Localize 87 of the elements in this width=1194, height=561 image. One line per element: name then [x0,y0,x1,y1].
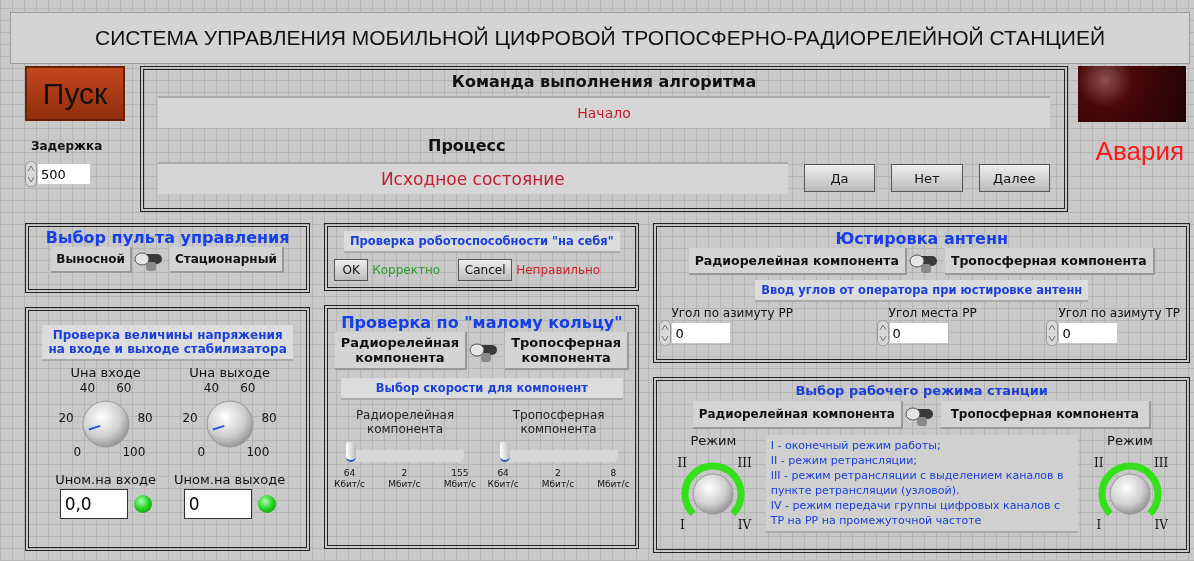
process-label: Процесс [428,136,506,157]
dial-tick-label: II [677,455,688,470]
delay-field[interactable]: 500 [38,164,90,184]
dial-label: Режим [690,433,737,448]
option-button[interactable]: Радиорелейная компонента [688,248,907,275]
panel-subtitle: Проверка роботоспособности "на себя" [343,231,620,253]
dial-tick-label: III [737,455,752,470]
dial-tick-label: 100 [246,445,270,460]
option-button[interactable]: Тропосферная компонента [505,332,629,370]
legend-text: IV - режим передачи группы цифровых каналов с ТР на РР на промежуточной частоте [770,498,1062,528]
dial-tick-label: III [1154,455,1169,470]
dial-tick-label: 100 [122,445,146,460]
dial-tick-label: 80 [261,410,277,425]
option-button[interactable]: Выносной [51,247,132,273]
knob-dial[interactable] [80,399,131,449]
nominal-label: Uном.на выходе [174,472,286,487]
window-title: СИСТЕМА УПРАВЛЕНИЯ МОБИЛЬНОЙ ЦИФРОВОЙ ТРОПОСФЕРНО-РАДИОРЕЛЕЙНОЙ СТАНЦИЕЙ [10,12,1190,64]
dial-tick-label: 40 [203,381,220,396]
dial-tick-label: I [679,518,685,533]
dial-tick-label: 0 [197,445,206,460]
legend-text: III - режим ретрансляции с выделением каналов в пункте ретрансляции (узловой). [770,468,1065,498]
process-field: Исходное состояние [158,162,788,194]
legend-text: II - режим ретрансляции; [770,453,919,468]
slider-label: Радиорелейная компонента [355,408,455,438]
slider-tick-label: 64 Кбит/с [334,468,366,490]
slider-tick-label: 2 Мбит/с [388,468,421,490]
panel-subtitle: Выбор скорости для компонент [340,378,623,400]
nominal-value-field[interactable]: 0 [183,489,252,519]
option-button[interactable]: Радиорелейная компонента [334,332,468,370]
command-label: Команда выполнения алгоритма [450,72,758,93]
angle-label: Угол места РР [888,306,977,320]
dial-tick-label: 60 [116,381,132,396]
panel-subtitle: Ввод углов от оператора при юстировке антенн [755,280,1089,302]
slider-tick-label: 2 Мбит/с [541,468,575,490]
slider-thumb[interactable] [346,442,357,462]
slider-tick-label: 64 Кбит/с [487,468,519,490]
ok-button[interactable]: OK [334,259,369,281]
delay-label: Задержка [31,139,103,153]
option-button[interactable]: Тропосферная компонента [944,248,1155,275]
nominal-value-field[interactable]: 0,0 [59,489,128,519]
dial-tick-label: 0 [73,445,82,460]
angle-field[interactable]: 0 [889,323,948,343]
panel-title: Проверка по "малому кольцу" [340,313,624,332]
panel-title: Юстировка антенн [834,229,1010,248]
option-button[interactable]: Радиорелейная компонента [692,401,903,429]
dial-tick-label: 20 [182,410,198,425]
knob-dial[interactable] [204,399,255,449]
option-button[interactable]: Стационарный [169,247,284,273]
dial-tick-label: 80 [137,410,153,425]
panel-subtitle: Проверка величины напряжения на входе и выходе стабилизатора [42,325,293,361]
alarm-label: Авария [1095,136,1184,167]
option-button[interactable]: Тропосферная компонента [940,401,1151,429]
dial-tick-label: IV [737,518,752,533]
dial-tick-label: 40 [79,381,96,396]
dial-label: Режим [1107,433,1153,448]
nominal-label: Uном.на входе [55,472,157,487]
slider-tick-label: 155 Мбит/с [443,468,476,490]
angle-field[interactable]: 0 [672,323,731,343]
answer-button[interactable]: Далее [978,164,1050,192]
panel-title: Выбор пульта управления [44,228,291,247]
angle-label: Угол по азимуту ТР [1058,306,1180,320]
result-text: Корректно [372,263,441,277]
dial-tick-label: 60 [240,381,256,396]
dial-tick-label: 20 [58,410,74,425]
angle-label: Угол по азимуту РР [671,306,793,320]
dial-tick-label: IV [1154,518,1168,533]
slider-thumb[interactable] [499,442,510,462]
slider-track[interactable] [499,442,618,462]
spin-arrows-icon[interactable] [876,320,889,346]
command-field: Начало [158,96,1050,128]
answer-button[interactable]: Да [803,164,876,192]
spin-arrows-icon[interactable] [659,320,672,346]
slider-track[interactable] [346,442,465,462]
dial-tick-label: I [1096,518,1102,533]
dial-label: Uна входе [70,365,141,380]
spin-arrows-icon[interactable] [1046,320,1059,346]
answer-button[interactable]: Нет [891,164,963,192]
angle-field[interactable]: 0 [1059,323,1118,343]
legend-text: I - оконечный режим работы; [770,438,942,453]
panel-title: Выбор рабочего режима станции [794,383,1049,398]
dial-label: Uна выходе [189,365,270,380]
slider-tick-label: 8 Мбит/с [597,468,630,490]
slider-label: Тропосферная компонента [512,408,605,438]
dial-tick-label: II [1094,455,1104,470]
cancel-button[interactable]: Cancel [458,259,513,281]
result-text: Неправильно [516,263,601,277]
spin-arrows-icon[interactable] [25,161,37,187]
